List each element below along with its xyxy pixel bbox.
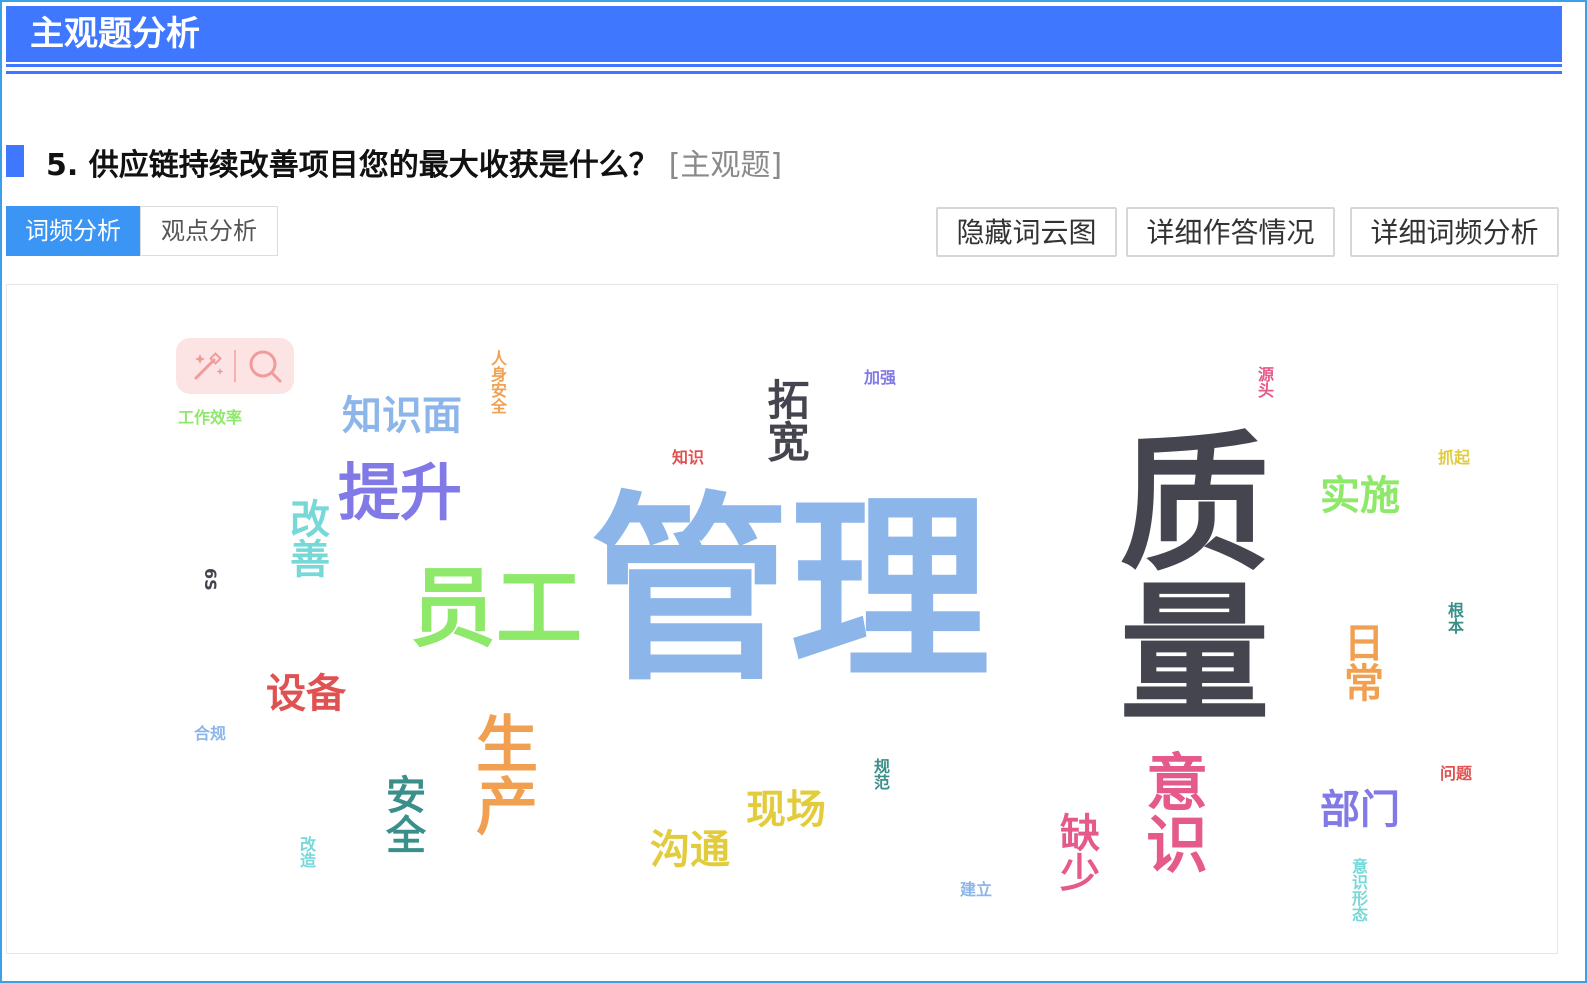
word-zhishimian: 知识面	[342, 393, 462, 439]
word-renshenanquan: 人身安全	[488, 350, 507, 414]
hide-wordcloud-button[interactable]: 隐藏词云图	[936, 207, 1117, 257]
word-tuokuan: 拓宽	[761, 378, 810, 462]
word-guanli: 管理	[590, 475, 991, 708]
word-guifan: 规范	[871, 758, 890, 790]
word-tisheng: 提升	[338, 456, 463, 529]
search-icon[interactable]	[246, 347, 284, 385]
word-zhuaqi: 抓起	[1438, 448, 1471, 467]
section-header: 主观题分析	[6, 6, 1562, 62]
word-zhishi: 知识	[672, 448, 705, 467]
detail-answers-button[interactable]: 详细作答情况	[1126, 207, 1335, 257]
question-text: 5. 供应链持续改善项目您的最大收获是什么？	[46, 148, 659, 183]
word-gaishan: 改善	[283, 498, 329, 578]
word-hegui: 合规	[194, 724, 227, 743]
word-anquan: 安全	[379, 774, 425, 854]
question-type-tag: [主观题]	[668, 148, 783, 183]
tab-opinion-analysis[interactable]: 观点分析	[140, 206, 278, 256]
word-shebei: 设备	[266, 671, 346, 717]
header-divider-secondary	[6, 71, 1562, 74]
word-gongzuoxiaolv: 工作效率	[178, 408, 243, 427]
word-goutong: 沟通	[650, 827, 730, 873]
question-title: 5. 供应链持续改善项目您的最大收获是什么？ [主观题]	[46, 140, 782, 184]
word-jiaqiang: 加强	[864, 368, 897, 387]
word-queshao: 缺少	[1053, 812, 1099, 892]
detail-frequency-button[interactable]: 详细词频分析	[1350, 207, 1559, 257]
word-xianchang: 现场	[746, 787, 826, 833]
word-shengchan: 生产	[465, 712, 538, 836]
word-6s: 6S	[201, 568, 220, 591]
word-yishi: 意识	[1135, 750, 1208, 874]
word-shishi: 实施	[1320, 473, 1400, 519]
word-gaizao: 改造	[297, 836, 316, 868]
header-divider	[6, 64, 1562, 67]
word-yishixingtai: 意识形态	[1349, 858, 1368, 922]
word-jianli: 建立	[960, 880, 993, 899]
word-genben: 根本	[1445, 602, 1464, 634]
word-richang: 日常	[1337, 622, 1383, 702]
word-yuantou: 源头	[1255, 366, 1274, 398]
magic-wand-icon[interactable]	[190, 348, 226, 384]
word-zhiliang: 质量	[1094, 424, 1268, 724]
word-bumen: 部门	[1320, 787, 1400, 833]
question-marker	[6, 145, 24, 177]
wordcloud-toolbox	[176, 338, 294, 394]
section-title: 主观题分析	[30, 14, 200, 54]
word-yuangong: 员工	[410, 559, 582, 659]
tab-word-frequency[interactable]: 词频分析	[6, 206, 140, 256]
word-wenti: 问题	[1440, 764, 1473, 783]
toolbox-separator	[234, 350, 236, 382]
